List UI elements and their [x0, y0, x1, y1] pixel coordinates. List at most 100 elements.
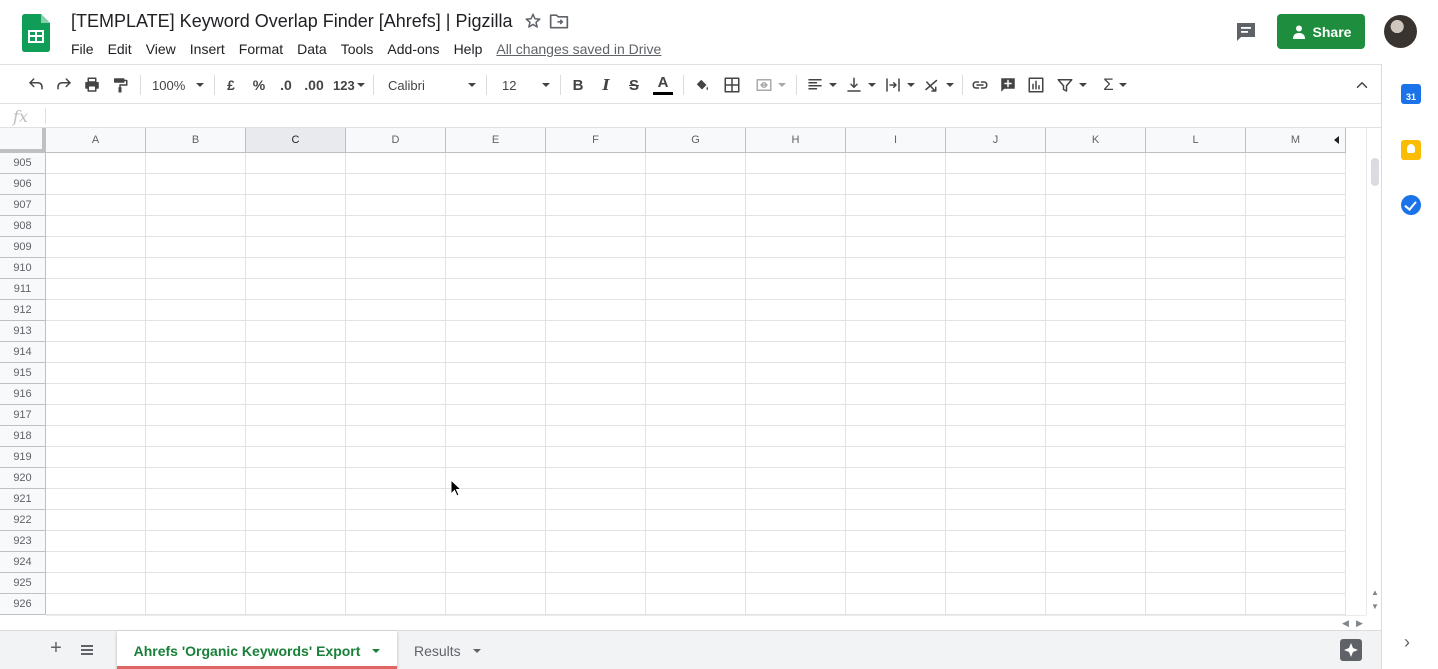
all-sheets-list-icon[interactable]	[78, 641, 96, 659]
tasks-icon[interactable]	[1401, 195, 1421, 215]
text-wrapping-button[interactable]	[882, 73, 916, 97]
insert-chart-button[interactable]	[1024, 73, 1048, 97]
scroll-right-arrow-icon[interactable]: ▶	[1356, 618, 1363, 629]
row-header[interactable]: 914	[0, 342, 46, 363]
google-sheets-logo-icon[interactable]	[22, 14, 50, 52]
menu-add-ons[interactable]: Add-ons	[380, 40, 446, 58]
column-header-g[interactable]: G	[646, 128, 746, 153]
select-all-corner[interactable]	[0, 128, 46, 153]
add-sheet-button[interactable]: +	[46, 638, 66, 659]
row-header[interactable]: 911	[0, 279, 46, 300]
menu-tools[interactable]: Tools	[334, 40, 381, 58]
chevron-right-icon[interactable]: ›	[1404, 632, 1410, 653]
sheet-tab-results[interactable]: Results	[398, 631, 497, 669]
column-header-m[interactable]: M	[1246, 128, 1346, 153]
star-icon[interactable]	[524, 12, 542, 30]
row-header[interactable]: 926	[0, 594, 46, 615]
save-status-link[interactable]: All changes saved in Drive	[496, 41, 661, 57]
menu-help[interactable]: Help	[447, 40, 490, 58]
column-header-e[interactable]: E	[446, 128, 546, 153]
row-header[interactable]: 909	[0, 237, 46, 258]
chevron-down-icon[interactable]	[472, 648, 481, 653]
scroll-left-arrow-icon[interactable]: ◀	[1342, 618, 1349, 629]
format-currency-button[interactable]: £	[222, 73, 240, 97]
vertical-scroll-thumb[interactable]	[1371, 158, 1379, 186]
comments-icon[interactable]	[1234, 20, 1258, 44]
menu-file[interactable]: File	[64, 40, 101, 58]
sheet-tab-ahrefs-export[interactable]: Ahrefs 'Organic Keywords' Export	[117, 631, 397, 669]
account-avatar[interactable]	[1384, 15, 1417, 48]
calendar-icon[interactable]: 31	[1401, 84, 1421, 104]
undo-button[interactable]	[24, 73, 48, 97]
horizontal-align-button[interactable]	[804, 73, 838, 97]
redo-button[interactable]	[52, 73, 76, 97]
column-header-d[interactable]: D	[346, 128, 446, 153]
document-title[interactable]: [TEMPLATE] Keyword Overlap Finder [Ahref…	[71, 11, 513, 32]
horizontal-scrollbar[interactable]: ◀ ▶	[46, 615, 1366, 630]
format-percent-button[interactable]: %	[250, 73, 268, 97]
font-family-select[interactable]: Calibri	[386, 73, 478, 97]
zoom-select[interactable]: 100%	[150, 73, 206, 97]
keep-notes-icon[interactable]	[1401, 140, 1421, 160]
scroll-up-arrow-icon[interactable]: ▲	[1371, 588, 1379, 597]
cell-area[interactable]	[46, 153, 1346, 615]
paint-format-button[interactable]	[108, 73, 132, 97]
row-header[interactable]: 913	[0, 321, 46, 342]
row-header[interactable]: 919	[0, 447, 46, 468]
column-header-h[interactable]: H	[746, 128, 846, 153]
collapse-toolbar-button[interactable]	[1350, 73, 1374, 97]
row-header[interactable]: 915	[0, 363, 46, 384]
row-header[interactable]: 920	[0, 468, 46, 489]
column-header-a[interactable]: A	[46, 128, 146, 153]
strikethrough-button[interactable]: S	[624, 73, 644, 97]
column-header-f[interactable]: F	[546, 128, 646, 153]
filter-button[interactable]	[1054, 73, 1088, 97]
menu-view[interactable]: View	[139, 40, 183, 58]
menu-data[interactable]: Data	[290, 40, 334, 58]
explore-button[interactable]	[1340, 639, 1362, 661]
column-header-c[interactable]: C	[246, 128, 346, 153]
insert-comment-button[interactable]	[996, 73, 1020, 97]
share-button[interactable]: Share	[1277, 14, 1365, 49]
row-header[interactable]: 912	[0, 300, 46, 321]
column-header-i[interactable]: I	[846, 128, 946, 153]
decrease-decimal-button[interactable]: .0	[276, 73, 296, 97]
row-header[interactable]: 922	[0, 510, 46, 531]
row-header[interactable]: 921	[0, 489, 46, 510]
fill-color-button[interactable]	[690, 73, 714, 97]
row-header[interactable]: 908	[0, 216, 46, 237]
row-header[interactable]: 924	[0, 552, 46, 573]
italic-button[interactable]: I	[596, 73, 616, 97]
merge-cells-button[interactable]	[750, 73, 790, 97]
move-to-folder-icon[interactable]	[549, 12, 569, 30]
increase-decimal-button[interactable]: .00	[302, 73, 326, 97]
text-rotation-button[interactable]	[921, 73, 955, 97]
menu-format[interactable]: Format	[232, 40, 290, 58]
column-header-j[interactable]: J	[946, 128, 1046, 153]
scroll-down-arrow-icon[interactable]: ▼	[1371, 602, 1379, 611]
row-header[interactable]: 905	[0, 153, 46, 174]
functions-button[interactable]: Σ	[1098, 73, 1132, 97]
text-color-button[interactable]: A	[651, 73, 675, 97]
insert-link-button[interactable]	[968, 73, 992, 97]
vertical-scrollbar[interactable]: ▲ ▼	[1366, 128, 1381, 615]
font-size-select[interactable]: 12	[500, 73, 552, 97]
formula-input[interactable]	[52, 106, 1352, 126]
row-header[interactable]: 918	[0, 426, 46, 447]
row-header[interactable]: 925	[0, 573, 46, 594]
borders-button[interactable]	[720, 73, 744, 97]
scroll-columns-left-icon[interactable]	[1334, 136, 1339, 144]
row-header[interactable]: 910	[0, 258, 46, 279]
row-header[interactable]: 916	[0, 384, 46, 405]
column-header-k[interactable]: K	[1046, 128, 1146, 153]
row-header[interactable]: 907	[0, 195, 46, 216]
more-formats-select[interactable]: 123	[331, 73, 365, 97]
row-header[interactable]: 917	[0, 405, 46, 426]
row-header[interactable]: 906	[0, 174, 46, 195]
row-header[interactable]: 923	[0, 531, 46, 552]
chevron-down-icon[interactable]	[372, 648, 381, 653]
column-header-l[interactable]: L	[1146, 128, 1246, 153]
vertical-align-button[interactable]	[843, 73, 877, 97]
column-header-b[interactable]: B	[146, 128, 246, 153]
menu-insert[interactable]: Insert	[183, 40, 232, 58]
